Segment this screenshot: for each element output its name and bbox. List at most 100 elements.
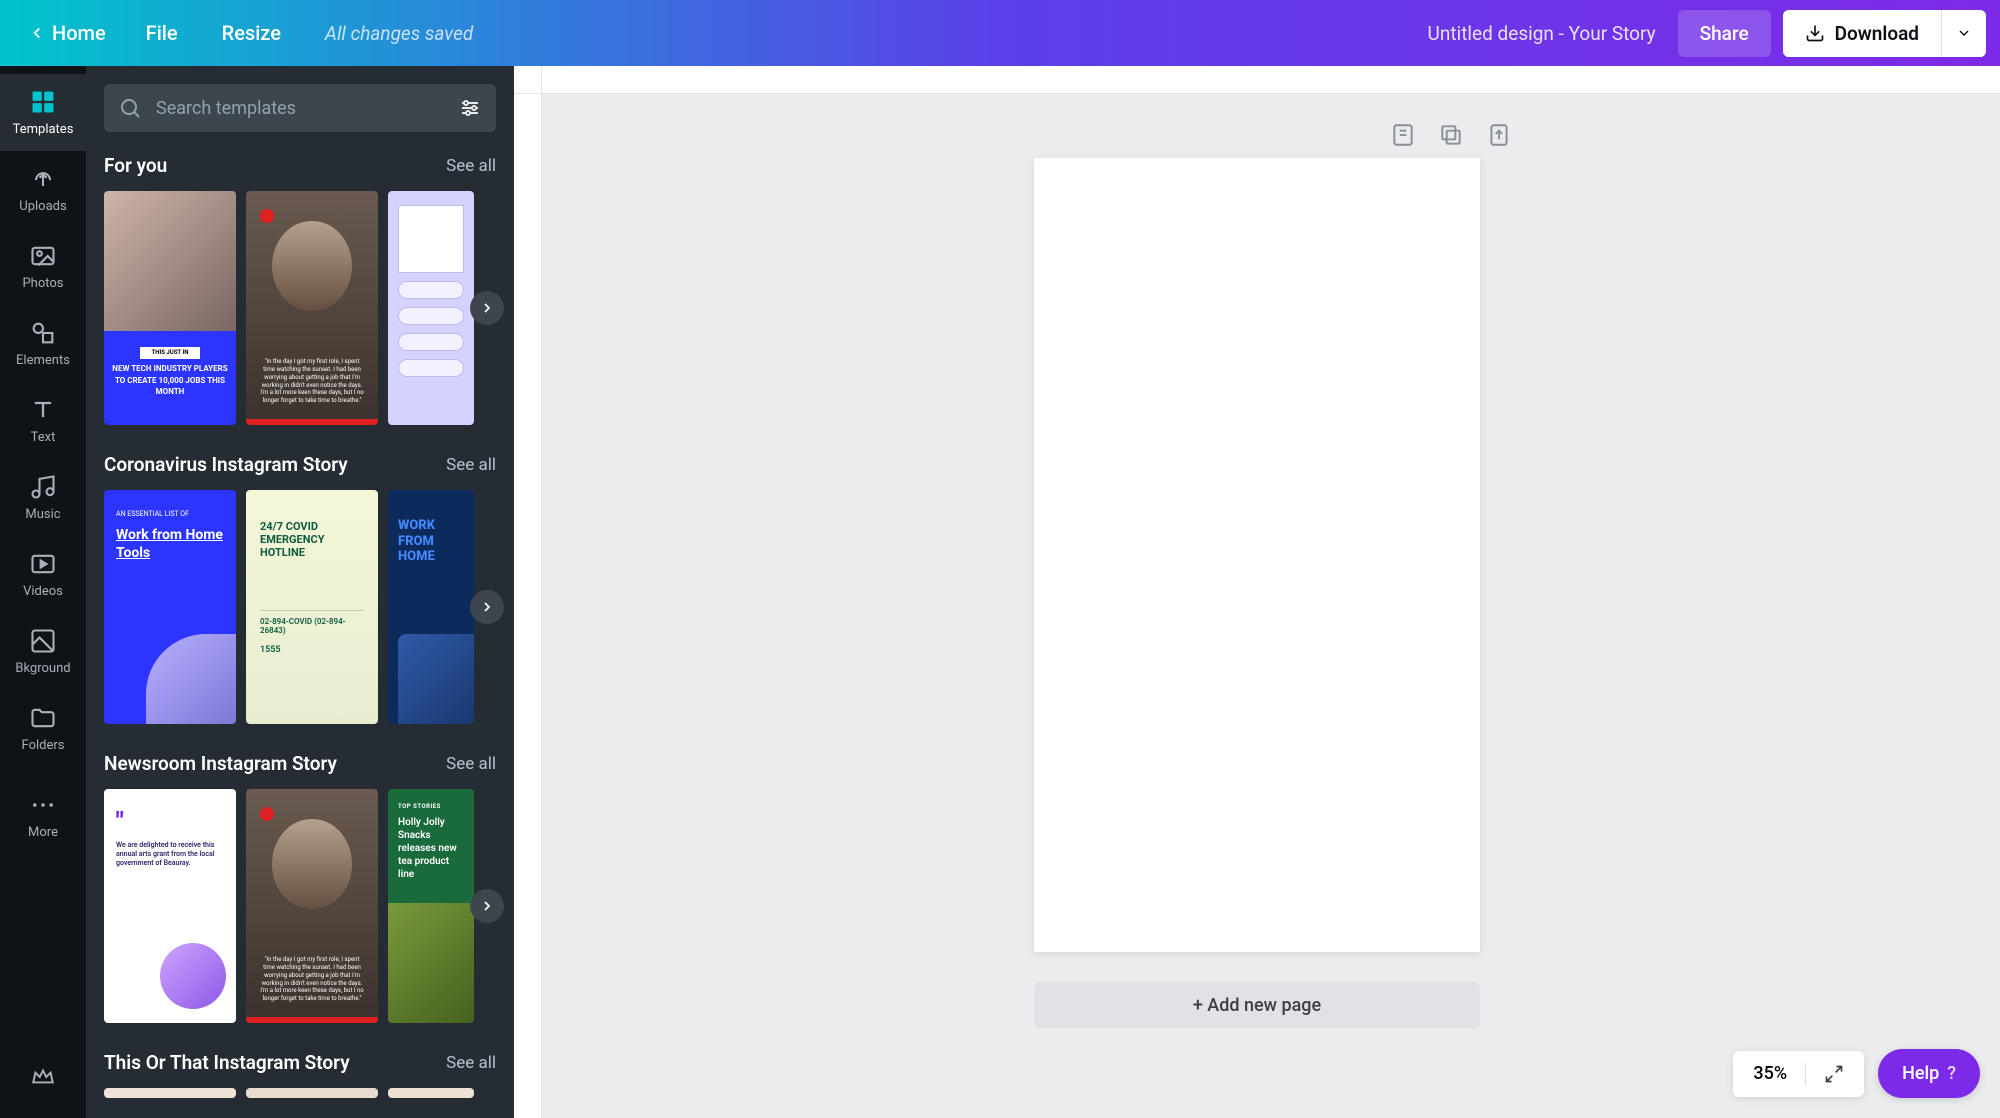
sidebar-item-templates[interactable]: Templates	[0, 74, 86, 151]
search-wrapper	[104, 84, 496, 132]
filter-icon[interactable]	[458, 96, 482, 120]
thumb-quote: "In the day I got my first role, I spent…	[258, 358, 366, 405]
scroll-right-button[interactable]	[470, 889, 504, 923]
template-thumb[interactable]: WORK FROM HOME	[388, 490, 474, 724]
green-title: 24/7 COVID EMERGENCY HOTLINE	[260, 520, 364, 560]
sidebar-item-background[interactable]: Bkground	[0, 613, 86, 690]
share-button[interactable]: Share	[1678, 10, 1771, 57]
template-thumb[interactable]	[246, 1088, 378, 1098]
green-1555: 1555	[260, 645, 364, 655]
background-icon	[29, 627, 57, 655]
see-all-this-or-that[interactable]: See all	[446, 1053, 496, 1073]
template-thumb[interactable]: " We are delighted to receive this annua…	[104, 789, 236, 1023]
wfh-title: Work from Home Tools	[116, 526, 224, 562]
horizontal-ruler[interactable]	[542, 66, 2000, 94]
section-coronavirus: Coronavirus Instagram Story See all AN E…	[104, 453, 496, 724]
uploads-icon	[29, 165, 57, 193]
see-all-for-you[interactable]: See all	[446, 156, 496, 176]
file-menu[interactable]: File	[128, 13, 196, 53]
template-thumb[interactable]: 24/7 COVID EMERGENCY HOTLINE 02-894-COVI…	[246, 490, 378, 724]
download-dropdown[interactable]	[1941, 10, 1986, 57]
duplicate-icon[interactable]	[1438, 122, 1464, 148]
home-button[interactable]: Home	[14, 13, 120, 53]
photos-icon	[29, 242, 57, 270]
zoom-control: 35%	[1733, 1051, 1864, 1097]
navy-title: WORK FROM HOME	[398, 518, 464, 565]
chevron-right-icon	[479, 300, 495, 316]
sidebar-item-music[interactable]: Music	[0, 459, 86, 536]
newsroom-title: Newsroom Instagram Story	[104, 752, 337, 775]
design-title-input[interactable]: Untitled design - Your Story	[1428, 22, 1656, 45]
top-header: Home File Resize All changes saved Untit…	[0, 0, 2000, 66]
ruler-corner	[514, 66, 542, 94]
sidebar-item-text[interactable]: Text	[0, 382, 86, 459]
sidebar-item-more[interactable]: More	[0, 777, 86, 854]
wfh-tiny: AN ESSENTIAL LIST OF	[116, 510, 224, 518]
download-label: Download	[1835, 22, 1919, 45]
upload-page-icon[interactable]	[1486, 122, 1512, 148]
search-icon	[118, 96, 142, 120]
music-label: Music	[0, 507, 86, 522]
sidebar-item-videos[interactable]: Videos	[0, 536, 86, 613]
bkground-label: Bkground	[0, 661, 86, 676]
section-this-or-that: This Or That Instagram Story See all	[104, 1051, 496, 1098]
templates-label: Templates	[0, 122, 86, 137]
template-thumb[interactable]	[104, 1088, 236, 1098]
sidebar-item-photos[interactable]: Photos	[0, 228, 86, 305]
home-label: Home	[52, 21, 106, 45]
zoom-level[interactable]: 35%	[1753, 1063, 1787, 1084]
chevron-down-icon	[1956, 25, 1972, 41]
canvas-area: + Add new page 35% Help ?	[514, 66, 2000, 1118]
notes-icon[interactable]	[1390, 122, 1416, 148]
design-page[interactable]	[1034, 158, 1480, 952]
more-icon	[29, 791, 57, 819]
template-thumb[interactable]: "In the day I got my first role, I spent…	[246, 789, 378, 1023]
add-page-button[interactable]: + Add new page	[1034, 982, 1480, 1028]
help-label: Help	[1902, 1063, 1939, 1084]
template-thumb[interactable]	[388, 1088, 474, 1098]
videos-icon	[29, 550, 57, 578]
header-right-group: Untitled design - Your Story Share Downl…	[1428, 10, 1986, 57]
fullscreen-icon[interactable]	[1824, 1064, 1844, 1084]
save-status-text: All changes saved	[307, 22, 473, 45]
templates-icon	[29, 88, 57, 116]
more-label: More	[0, 825, 86, 840]
resize-menu[interactable]: Resize	[204, 13, 299, 53]
search-input[interactable]	[104, 84, 496, 132]
chevron-right-icon	[479, 898, 495, 914]
folders-icon	[29, 704, 57, 732]
sidebar-item-premium[interactable]	[30, 1040, 56, 1118]
template-thumb[interactable]: TOP STORIES Holly Jolly Snacks releases …	[388, 789, 474, 1023]
template-thumb[interactable]: "In the day I got my first role, I spent…	[246, 191, 378, 425]
section-for-you: For you See all THIS JUST IN NEW TECH IN…	[104, 154, 496, 425]
download-icon	[1805, 23, 1825, 43]
download-button[interactable]: Download	[1783, 10, 1941, 57]
greenery-top: TOP STORIES	[398, 803, 464, 810]
text-label: Text	[0, 430, 86, 445]
folders-label: Folders	[0, 738, 86, 753]
vertical-ruler[interactable]	[514, 66, 542, 1118]
elements-icon	[29, 319, 57, 347]
scroll-right-button[interactable]	[470, 291, 504, 325]
help-button[interactable]: Help ?	[1878, 1049, 1980, 1098]
scroll-right-button[interactable]	[470, 590, 504, 624]
see-all-newsroom[interactable]: See all	[446, 754, 496, 774]
greenery-title: Holly Jolly Snacks releases new tea prod…	[398, 816, 464, 881]
uploads-label: Uploads	[0, 199, 86, 214]
see-all-coronavirus[interactable]: See all	[446, 455, 496, 475]
templates-panel: For you See all THIS JUST IN NEW TECH IN…	[86, 66, 514, 1118]
thumb-quote: "In the day I got my first role, I spent…	[258, 956, 366, 1003]
crown-icon	[30, 1064, 56, 1090]
page-tools	[1390, 122, 1512, 148]
download-group: Download	[1783, 10, 1986, 57]
header-left-group: Home File Resize All changes saved	[14, 13, 473, 53]
template-thumb[interactable]: AN ESSENTIAL LIST OF Work from Home Tool…	[104, 490, 236, 724]
template-thumb[interactable]: THIS JUST IN NEW TECH INDUSTRY PLAYERS T…	[104, 191, 236, 425]
this-or-that-title: This Or That Instagram Story	[104, 1051, 350, 1074]
chevron-left-icon	[28, 24, 46, 42]
template-thumb[interactable]	[388, 191, 474, 425]
sidebar-item-elements[interactable]: Elements	[0, 305, 86, 382]
sidebar-item-folders[interactable]: Folders	[0, 690, 86, 767]
sidebar-item-uploads[interactable]: Uploads	[0, 151, 86, 228]
thumb-badge: THIS JUST IN	[140, 347, 200, 359]
